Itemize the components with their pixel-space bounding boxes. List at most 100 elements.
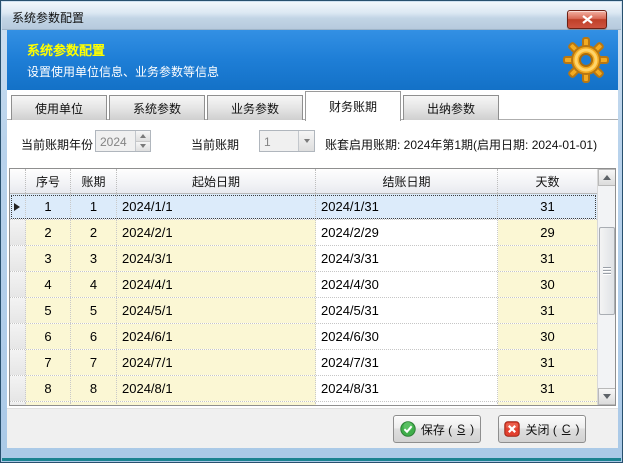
cell-close-date[interactable]: 2024/5/31: [316, 298, 498, 323]
table-row[interactable]: 1 1 2024/1/1 2024/1/31 31: [10, 194, 597, 220]
close-button[interactable]: [567, 10, 607, 29]
cell-period[interactable]: 2: [71, 220, 117, 245]
table-row[interactable]: 2 2 2024/2/1 2024/2/29 29: [10, 220, 597, 246]
cell-days[interactable]: 31: [498, 298, 597, 323]
cell-start-date[interactable]: 2024/1/1: [117, 194, 316, 219]
header-period[interactable]: 账期: [71, 169, 117, 193]
cell-period[interactable]: 1: [71, 194, 117, 219]
header-seq[interactable]: 序号: [26, 169, 71, 193]
cell-close-date[interactable]: 2024/4/30: [316, 272, 498, 297]
table-row[interactable]: 6 6 2024/6/1 2024/6/30 30: [10, 324, 597, 350]
cell-seq[interactable]: 8: [26, 376, 71, 401]
cell-start-date[interactable]: 2024/7/1: [117, 350, 316, 375]
cell-close-date[interactable]: 2024/7/31: [316, 350, 498, 375]
row-selector[interactable]: [10, 246, 26, 271]
row-selector[interactable]: [10, 194, 26, 219]
current-row-marker-icon: [14, 203, 20, 211]
row-selector[interactable]: [10, 298, 26, 323]
year-value: 2024: [96, 131, 135, 151]
cell-days[interactable]: 31: [498, 350, 597, 375]
ledger-start-info: 账套启用账期: 2024年第1期(启用日期: 2024-01-01): [325, 136, 597, 153]
row-selector[interactable]: [10, 350, 26, 375]
cell-seq[interactable]: 7: [26, 350, 71, 375]
row-selector[interactable]: [10, 220, 26, 245]
table-row[interactable]: 8 8 2024/8/1 2024/8/31 31: [10, 376, 597, 402]
close-label-end: ): [576, 422, 580, 436]
header-days[interactable]: 天数: [498, 169, 597, 193]
cell-start-date[interactable]: 2024/2/1: [117, 220, 316, 245]
close-icon: [582, 15, 593, 24]
period-value: 1: [260, 131, 298, 151]
banner-title: 系统参数配置: [27, 40, 105, 59]
header-row-selector: [10, 169, 26, 193]
header-close-date[interactable]: 结账日期: [316, 169, 498, 193]
spinner-down-icon[interactable]: [136, 142, 150, 152]
cell-days[interactable]: 31: [498, 246, 597, 271]
cell-days[interactable]: 30: [498, 324, 597, 349]
titlebar[interactable]: 系统参数配置: [2, 2, 621, 30]
button-panel: 保存 (S) 关闭 (C): [7, 408, 618, 448]
cell-seq[interactable]: 1: [26, 194, 71, 219]
spinner-up-icon[interactable]: [136, 131, 150, 142]
cell-seq[interactable]: 2: [26, 220, 71, 245]
cell-period[interactable]: 7: [71, 350, 117, 375]
save-label: 保存 (: [421, 421, 452, 438]
table-row[interactable]: 4 4 2024/4/1 2024/4/30 30: [10, 272, 597, 298]
chevron-down-icon[interactable]: [298, 131, 314, 151]
table-row[interactable]: 7 7 2024/7/1 2024/7/31 31: [10, 350, 597, 376]
tab-cashier-params[interactable]: 出纳参数: [403, 95, 499, 120]
close-label: 关闭 (: [525, 421, 556, 438]
red-x-icon: [504, 421, 520, 437]
cell-close-date[interactable]: 2024/2/29: [316, 220, 498, 245]
partial-row: [10, 402, 597, 405]
close-dialog-button[interactable]: 关闭 (C): [498, 415, 586, 443]
cell-period[interactable]: 5: [71, 298, 117, 323]
row-selector[interactable]: [10, 376, 26, 401]
cell-seq[interactable]: 6: [26, 324, 71, 349]
period-table: 序号 账期 起始日期 结账日期 天数 1 1 2024/1/1 2024/1/3…: [9, 168, 616, 406]
period-dropdown[interactable]: 1: [259, 130, 315, 152]
header-start-date[interactable]: 起始日期: [117, 169, 316, 193]
row-selector[interactable]: [10, 324, 26, 349]
period-label: 当前账期: [191, 136, 239, 153]
tab-use-unit[interactable]: 使用单位: [11, 95, 107, 120]
check-circle-icon: [400, 421, 416, 437]
system-params-dialog: 系统参数配置 系统参数配置 设置使用单位信息、业务参数等信息: [0, 0, 623, 463]
cell-seq[interactable]: 4: [26, 272, 71, 297]
scroll-down-icon[interactable]: [598, 388, 616, 405]
cell-days[interactable]: 29: [498, 220, 597, 245]
cell-period[interactable]: 4: [71, 272, 117, 297]
tab-system-params[interactable]: 系统参数: [109, 95, 205, 120]
cell-period[interactable]: 3: [71, 246, 117, 271]
cell-close-date[interactable]: 2024/3/31: [316, 246, 498, 271]
cell-days[interactable]: 31: [498, 194, 597, 219]
cell-start-date[interactable]: 2024/5/1: [117, 298, 316, 323]
cell-days[interactable]: 30: [498, 272, 597, 297]
cell-close-date[interactable]: 2024/8/31: [316, 376, 498, 401]
year-label: 当前账期年份: [21, 136, 93, 153]
row-selector[interactable]: [10, 272, 26, 297]
cell-period[interactable]: 6: [71, 324, 117, 349]
cell-start-date[interactable]: 2024/4/1: [117, 272, 316, 297]
cell-start-date[interactable]: 2024/3/1: [117, 246, 316, 271]
cell-seq[interactable]: 5: [26, 298, 71, 323]
cell-start-date[interactable]: 2024/8/1: [117, 376, 316, 401]
table-row[interactable]: 3 3 2024/3/1 2024/3/31 31: [10, 246, 597, 272]
cell-days[interactable]: 31: [498, 376, 597, 401]
cell-close-date[interactable]: 2024/1/31: [316, 194, 498, 219]
tab-business-params[interactable]: 业务参数: [207, 95, 303, 120]
window-title: 系统参数配置: [12, 9, 84, 26]
window-bottom-edge: [2, 458, 621, 461]
cell-seq[interactable]: 3: [26, 246, 71, 271]
table-row[interactable]: 5 5 2024/5/1 2024/5/31 31: [10, 298, 597, 324]
year-spinner[interactable]: 2024: [95, 130, 151, 152]
cell-close-date[interactable]: 2024/6/30: [316, 324, 498, 349]
cell-start-date[interactable]: 2024/6/1: [117, 324, 316, 349]
vertical-scrollbar[interactable]: [597, 169, 615, 405]
scroll-up-icon[interactable]: [598, 169, 616, 186]
save-label-end: ): [470, 422, 474, 436]
tab-finance-period[interactable]: 财务账期: [305, 91, 401, 121]
cell-period[interactable]: 8: [71, 376, 117, 401]
save-button[interactable]: 保存 (S): [393, 415, 481, 443]
scrollbar-thumb[interactable]: [599, 227, 615, 315]
